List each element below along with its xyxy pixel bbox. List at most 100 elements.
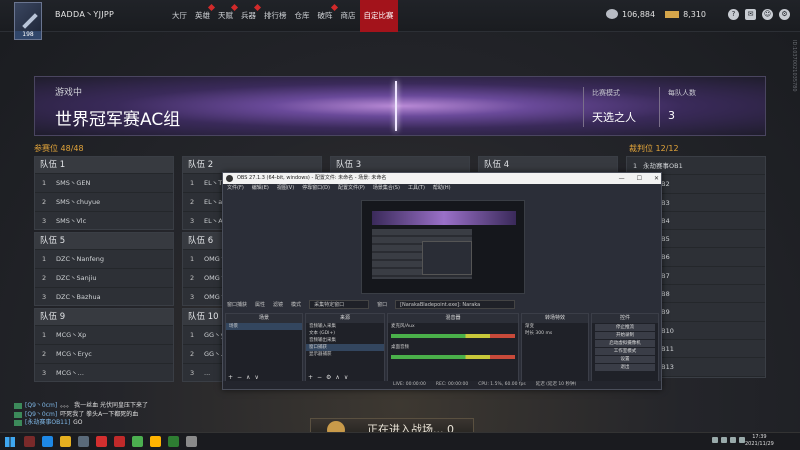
taskbar-app-icon[interactable] [186, 436, 197, 447]
taskbar-clock[interactable]: 17:39 2021/11/29 [745, 434, 774, 448]
source-item[interactable]: 文本 (GDI+) [306, 330, 384, 337]
dock-title: 转场特效 [522, 314, 588, 323]
cpu-fps: CPU: 1.5%, 60.00 fps [478, 382, 526, 387]
taskbar-app-icon[interactable] [114, 436, 125, 447]
friends-icon[interactable]: ☺ [762, 9, 773, 20]
network-icon[interactable] [721, 437, 727, 443]
team-slot[interactable]: 2 DZC丶Sanjiu [35, 268, 173, 287]
filters-button[interactable]: 滤镜 [273, 300, 283, 310]
source-item[interactable]: 窗口捕获 [306, 344, 384, 351]
player-avatar[interactable]: 198 [14, 2, 42, 40]
window-select[interactable]: [NarakaBladepoint.exe]: Naraka [395, 300, 516, 309]
team-slot[interactable]: 1 DZC丶Nanfeng [35, 249, 173, 268]
start-recording-button[interactable]: 开始录制 [595, 332, 655, 339]
taskbar-app-icon[interactable] [78, 436, 89, 447]
obs-menu-item[interactable]: 工具(T) [408, 184, 425, 193]
taskbar-app-icon[interactable] [150, 436, 161, 447]
team-slot[interactable]: 2 MCG丶Eryc [35, 344, 173, 363]
volume-meter[interactable] [391, 334, 515, 338]
taskbar-app-icon[interactable] [24, 436, 35, 447]
taskbar-app-icon[interactable] [132, 436, 143, 447]
team-slot[interactable]: 3 DZC丶Bazhua [35, 287, 173, 306]
stop-stream-button[interactable]: 停止推流 [595, 324, 655, 331]
nav-item-5[interactable]: 仓库 [291, 0, 314, 32]
obs-menu-item[interactable]: 视图(V) [277, 184, 294, 193]
transition-duration[interactable]: 时长 300 ms [522, 330, 588, 337]
team-slot[interactable]: 2 SMS丶chuyue [35, 192, 173, 211]
slot-number: 1 [42, 255, 47, 263]
virtual-camera-button[interactable]: 启动虚拟摄像机 [595, 340, 655, 347]
volume-icon[interactable] [730, 437, 736, 443]
mode-select[interactable]: 采集特定窗口 [309, 300, 370, 309]
nav-item-8[interactable]: 自定比赛 [359, 0, 398, 32]
obs-menu-item[interactable]: 文件(F) [227, 184, 244, 193]
nav-item-0[interactable]: 大厅 [168, 0, 191, 32]
taskbar-app-icon[interactable] [42, 436, 53, 447]
match-status: 游戏中 [55, 88, 83, 98]
dock-footer[interactable]: +−∧∨ [228, 374, 263, 381]
taskbar-app-icon[interactable] [168, 436, 179, 447]
obs-menubar: 文件(F) 编辑(E) 视图(V) 停靠窗口(D) 配置文件(P) 场景集合(S) 工具(T… [223, 184, 661, 193]
sword-icon [22, 13, 38, 29]
chat-message: 。。。 我一丝血 光伏同皇压下来了 [60, 402, 149, 409]
obs-menu-item[interactable]: 编辑(E) [252, 184, 269, 193]
judges-count: 裁判位 12/12 [629, 144, 679, 153]
scene-item[interactable]: 场景 [226, 323, 302, 330]
settings-icon[interactable]: ⚙ [779, 9, 790, 20]
tray-up-icon[interactable] [712, 437, 718, 443]
minimize-button[interactable]: — [619, 173, 625, 184]
volume-meter[interactable] [391, 355, 515, 359]
window-controls: — ☐ ✕ [619, 173, 659, 184]
source-item[interactable]: 音频输出采集 [306, 337, 384, 344]
team-slot[interactable]: 1 SMS丶GEN [35, 173, 173, 192]
taskbar-app-icon[interactable] [96, 436, 107, 447]
player-level: 198 [15, 31, 41, 39]
source-item[interactable]: 音频输入采集 [306, 323, 384, 330]
team-card: 队伍 5 1 DZC丶Nanfeng 2 DZC丶Sanjiu 3 DZC丶Bazhua [34, 232, 174, 306]
obs-menu-item[interactable]: 帮助(H) [433, 184, 451, 193]
team-slot[interactable]: 3 MCG丶... [35, 363, 173, 382]
nav-label: 兵器 [241, 11, 256, 20]
nav-item-4[interactable]: 排行榜 [260, 0, 291, 32]
team-name: 队伍 1 [35, 157, 173, 173]
close-button[interactable]: ✕ [654, 173, 659, 184]
obs-menu-item[interactable]: 停靠窗口(D) [302, 184, 330, 193]
maximize-button[interactable]: ☐ [637, 173, 642, 184]
team-name: 队伍 3 [331, 157, 469, 173]
transition-select[interactable]: 渐变 [522, 323, 588, 330]
nav-item-3[interactable]: 兵器 [237, 0, 262, 32]
help-icon[interactable]: ? [728, 9, 739, 20]
obs-preview[interactable] [361, 200, 525, 294]
obs-menu-item[interactable]: 配置文件(P) [338, 184, 365, 193]
player-name: SMS丶Vlc [56, 217, 87, 225]
source-item[interactable]: 显示器捕获 [306, 351, 384, 358]
slot-number: 1 [42, 179, 47, 187]
exit-button[interactable]: 退出 [595, 364, 655, 371]
live-time: LIVE: 00:00:00 [393, 382, 426, 387]
obs-titlebar[interactable]: OBS 27.1.3 (64-bit, windows) - 配置文件: 未命名… [223, 173, 661, 184]
mail-icon[interactable]: ✉ [745, 9, 756, 20]
slot-number: 1 [190, 331, 195, 339]
slot-number: 1 [190, 179, 195, 187]
obs-window[interactable]: OBS 27.1.3 (64-bit, windows) - 配置文件: 未命名… [222, 172, 662, 390]
preview-banner [372, 211, 516, 225]
nav-item-7[interactable]: 商店 [337, 0, 360, 32]
team-slot[interactable]: 1 MCG丶Xp [35, 325, 173, 344]
chat-log: [Q9丶0cm]。。。 我一丝血 光伏同皇压下来了 [Q9丶0cm] 吓死我了 拳头… [14, 402, 148, 428]
nav-item-1[interactable]: 英雄 [191, 0, 216, 32]
studio-mode-button[interactable]: 工作室模式 [595, 348, 655, 355]
windows-start-icon[interactable] [5, 437, 15, 447]
properties-button[interactable]: 属性 [255, 300, 265, 310]
settings-button[interactable]: 设置 [595, 356, 655, 363]
dock-title: 混音器 [388, 314, 518, 323]
nav-item-2[interactable]: 天赋 [214, 0, 239, 32]
transitions-dock: 转场特效 渐变 时长 300 ms [521, 313, 589, 383]
taskbar-app-icon[interactable] [60, 436, 71, 447]
nav-item-6[interactable]: 破阵 [314, 0, 338, 32]
obs-menu-item[interactable]: 场景集合(S) [373, 184, 400, 193]
team-size-label: 每队人数 [668, 89, 696, 97]
player-name: MCG丶... [56, 369, 84, 377]
team-slot[interactable]: 3 SMS丶Vlc [35, 211, 173, 230]
dock-footer[interactable]: +−⚙∧∨ [308, 374, 352, 381]
nav-label: 商店 [340, 11, 356, 20]
